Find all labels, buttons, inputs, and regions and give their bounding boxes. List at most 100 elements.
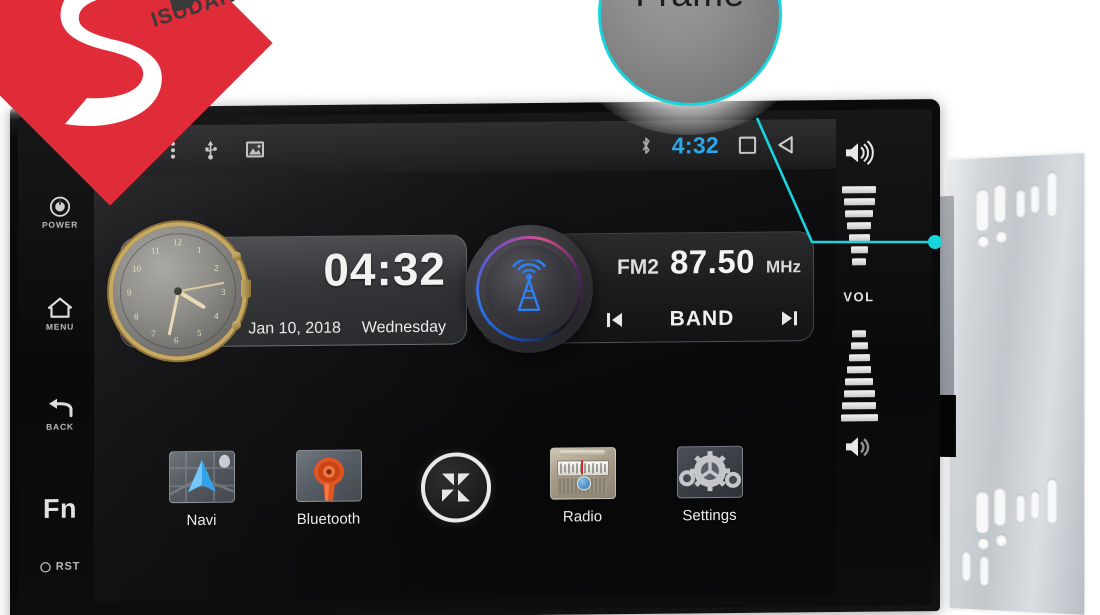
callout-label: Frame [635,0,744,15]
bracket-slot [1016,493,1026,523]
app-label-radio: Radio [562,508,603,526]
app-label-bluetooth: Bluetooth [296,510,361,529]
bracket-slot [1016,188,1026,218]
app-settings[interactable]: Settings [646,445,773,524]
app-bluetooth[interactable]: Bluetooth [265,449,392,528]
volume-down-speaker-icon [846,437,870,457]
watch-numeral: 6 [174,335,179,346]
head-unit-screen[interactable]: 4:32 12 1 2 3 4 5 6 7 8 9 10 11 04:32 Ja… [94,118,836,603]
volume-bar [843,198,875,206]
radio-frequency-unit: MHz [766,257,801,277]
volume-bar [852,258,866,266]
bracket-slot [993,487,1007,526]
bracket-slot [1046,478,1058,524]
digital-clock-date: Jan 10, 2018 Wednesday [248,319,446,339]
volume-bar [852,330,866,338]
gear-glyph [678,451,741,492]
volume-bar [843,390,875,398]
volume-bar [847,222,871,230]
back-arrow-icon [49,398,73,418]
watch-numeral: 12 [173,237,182,248]
radio-band-button[interactable]: BAND [670,307,735,332]
menu-button[interactable]: MENU [46,296,74,332]
clock-widget[interactable]: 12 1 2 3 4 5 6 7 8 9 10 11 04:32 Jan 10,… [113,225,467,357]
bracket-slot [975,490,989,534]
isudar-s-glyph [60,0,162,127]
app-radio[interactable]: Radio [519,446,646,526]
volume-bar [842,402,876,410]
gear-settings-icon [676,445,743,499]
volume-bar [848,354,870,362]
bracket-slot [993,183,1007,223]
app-drawer-glyph [441,473,470,502]
radio-widget[interactable]: FM2 87.50 MHz BAND [465,224,814,354]
watch-numeral: 1 [197,244,202,256]
watch-numeral: 7 [151,328,156,339]
radio-knob[interactable] [465,224,593,354]
right-volume-panel: VOL [830,136,888,595]
app-label-settings: Settings [682,506,737,525]
recents-square-icon[interactable] [738,135,757,154]
back-triangle-icon[interactable] [776,135,796,154]
skip-next-icon[interactable] [779,309,799,327]
radio-dial-ticks [560,463,605,474]
clock-weekday-text: Wednesday [361,318,446,337]
bracket-hole [995,230,1008,242]
bracket-slot [961,550,971,581]
radio-handle [558,450,605,456]
watch-numeral: 10 [132,263,141,274]
watch-numeral: 9 [127,287,132,298]
app-navi[interactable]: Navi [138,450,265,529]
clock-date-text: Jan 10, 2018 [248,319,341,338]
power-button-icon [49,196,71,217]
reset-button-label: RST [55,560,81,573]
radio-band-value: FM2 [616,255,659,279]
bracket-slot [1030,184,1040,213]
status-bar-right-group: 4:32 [639,131,796,160]
back-button[interactable]: BACK [46,398,74,432]
volume-label: VOL [843,289,875,305]
retro-radio-icon [549,446,616,500]
radio-knob-inner [485,244,573,334]
fn-button[interactable]: Fn [43,494,77,525]
app-drawer-icon[interactable] [420,452,491,523]
bluetooth-device-icon [295,449,362,503]
watch-lug [232,251,241,261]
navi-map-pin [218,454,230,468]
watch-numeral: 3 [221,286,226,297]
bluetooth-icon [642,137,650,154]
volume-bar [842,186,876,194]
volume-up-button[interactable] [844,140,874,170]
reset-button[interactable]: RST [40,560,81,573]
reset-pinhole-icon [40,561,51,573]
watch-numeral: 4 [214,310,219,321]
radio-frequency-display: FM2 87.50 MHz [601,242,801,282]
volume-bar [850,246,868,254]
watch-numeral: 8 [134,311,139,322]
metal-mounting-bracket [905,153,1085,615]
bluetooth-headset-glyph [313,457,344,501]
screenshot-image-icon[interactable] [245,140,265,158]
bracket-slot [979,555,989,586]
volume-down-button[interactable] [844,435,874,464]
radio-needle [580,460,583,475]
watch-numeral: 11 [151,245,160,256]
volume-bar [840,414,878,422]
radio-tuner-knob [576,476,591,491]
power-button-label: POWER [41,219,79,230]
watch-lug [232,320,241,330]
watch-numeral: 2 [214,262,219,273]
skip-previous-icon[interactable] [605,311,625,329]
home-app-dock: Navi Bluetooth Radio Settings [94,431,836,602]
menu-button-label: MENU [45,321,75,332]
bracket-slot [975,188,989,232]
bracket-slot [1030,489,1040,519]
watch-crown [241,279,251,298]
radio-dial [556,460,609,477]
bracket-hole [977,536,989,549]
left-hardkey-panel: POWER MENU BACK Fn RST [28,133,92,596]
app-drawer[interactable] [392,448,519,532]
watch-numeral: 5 [197,327,202,339]
power-button[interactable]: POWER [42,196,78,230]
digital-clock-time: 04:32 [323,242,446,296]
